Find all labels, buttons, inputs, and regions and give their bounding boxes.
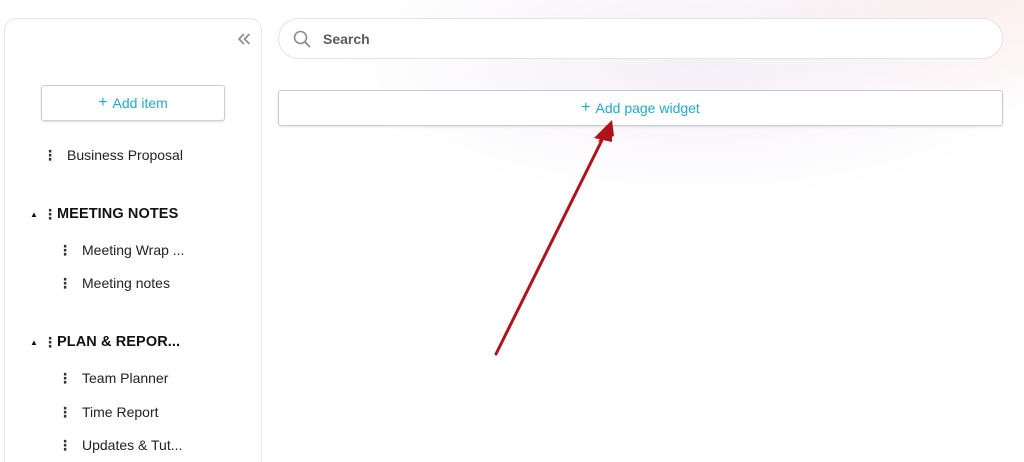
plus-icon: + — [98, 94, 108, 111]
collapse-sidebar-icon[interactable] — [233, 29, 255, 49]
sidebar-item-time-report[interactable]: ⋮ Time Report — [58, 401, 159, 423]
sidebar-item-team-planner[interactable]: ⋮ Team Planner — [58, 367, 168, 389]
more-options-icon[interactable]: ⋮ — [58, 276, 72, 290]
search-bar[interactable] — [278, 18, 1003, 59]
sidebar-item-label: Updates & Tut... — [82, 437, 183, 453]
sidebar-item-meeting-wrap[interactable]: ⋮ Meeting Wrap ... — [58, 239, 184, 261]
section-header-plan-reports[interactable]: ▲ ⋮ PLAN & REPOR... — [29, 331, 180, 353]
add-page-widget-label: Add page widget — [595, 100, 700, 116]
sidebar-item-meeting-notes[interactable]: ⋮ Meeting notes — [58, 272, 170, 294]
section-header-meeting-notes[interactable]: ▲ ⋮ MEETING NOTES — [29, 203, 178, 225]
more-options-icon[interactable]: ⋮ — [43, 148, 57, 162]
sidebar-item-label: Team Planner — [82, 370, 169, 386]
sidebar-item-label: Business Proposal — [67, 147, 183, 163]
more-options-icon[interactable]: ⋮ — [58, 243, 72, 257]
section-title: PLAN & REPOR... — [57, 334, 181, 350]
more-options-icon[interactable]: ⋮ — [43, 335, 57, 349]
caret-up-icon[interactable]: ▲ — [29, 338, 39, 347]
more-options-icon[interactable]: ⋮ — [58, 438, 72, 452]
search-icon — [291, 28, 313, 50]
more-options-icon[interactable]: ⋮ — [43, 207, 57, 221]
more-options-icon[interactable]: ⋮ — [58, 371, 72, 385]
sidebar: + Add item ⋮ Business Proposal ▲ ⋮ MEETI… — [4, 18, 262, 462]
sidebar-item-updates-tutorials[interactable]: ⋮ Updates & Tut... — [58, 434, 182, 456]
search-input[interactable] — [323, 30, 923, 47]
caret-up-icon[interactable]: ▲ — [29, 210, 39, 219]
add-item-label: Add item — [112, 95, 168, 111]
add-page-widget-button[interactable]: + Add page widget — [278, 90, 1003, 126]
sidebar-item-label: Meeting notes — [82, 275, 170, 291]
add-item-button[interactable]: + Add item — [41, 85, 225, 121]
section-title: MEETING NOTES — [57, 206, 179, 222]
sidebar-item-label: Time Report — [82, 404, 159, 420]
sidebar-item-business-proposal[interactable]: ⋮ Business Proposal — [43, 144, 183, 166]
more-options-icon[interactable]: ⋮ — [58, 405, 72, 419]
plus-icon: + — [581, 99, 591, 116]
sidebar-item-label: Meeting Wrap ... — [82, 242, 185, 258]
